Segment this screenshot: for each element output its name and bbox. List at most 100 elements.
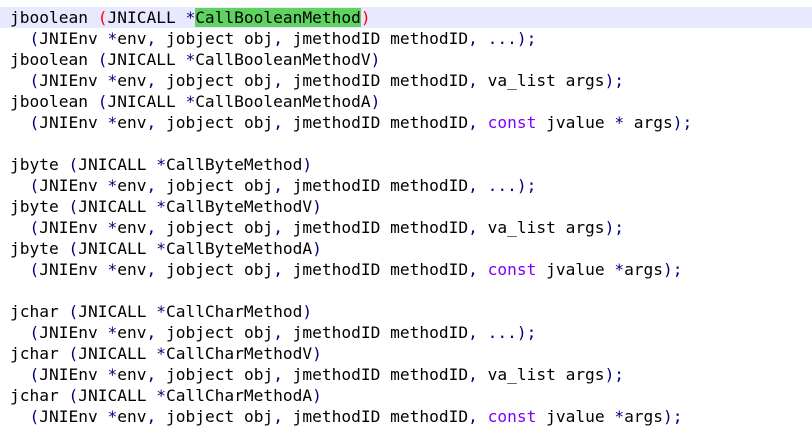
operator-token: * [614, 260, 625, 279]
operator-token: ( [29, 365, 40, 384]
operator-token: ...); [487, 29, 537, 48]
operator-token: ( [68, 197, 79, 216]
operator-token: , [468, 323, 478, 342]
code-token: JNIEnv [39, 260, 108, 279]
operator-token: ) [312, 239, 322, 258]
operator-token: * [156, 302, 166, 321]
code-line: jbyte (JNICALL *CallByteMethodA) [10, 238, 692, 259]
operator-token: * [614, 407, 625, 426]
code-text-area[interactable]: jboolean (JNICALL *CallBooleanMethod) (J… [10, 7, 692, 427]
code-token: JNICALL [78, 302, 157, 321]
code-token: jmethodID methodID [282, 365, 469, 384]
operator-token: , [468, 71, 478, 90]
operator-token: , [468, 260, 478, 279]
operator-token: ( [68, 239, 79, 258]
operator-token: * [185, 8, 196, 27]
code-token: env [117, 260, 147, 279]
code-token: jmethodID methodID [282, 218, 469, 237]
code-token: jobject obj [156, 176, 274, 195]
operator-token: ); [604, 365, 625, 384]
operator-token: , [273, 113, 283, 132]
matched-brace-token: ( [97, 8, 108, 27]
code-token: jbyte [10, 155, 69, 174]
operator-token: , [146, 71, 157, 90]
code-token: env [117, 113, 147, 132]
operator-token: * [614, 113, 625, 132]
operator-token: ); [663, 260, 683, 279]
code-token: va_list args [477, 218, 605, 237]
operator-token: * [156, 239, 166, 258]
operator-token: , [273, 71, 283, 90]
code-token: jobject obj [156, 113, 274, 132]
code-token: CallBooleanMethodV [195, 50, 371, 69]
code-token: JNICALL [107, 8, 186, 27]
code-line: jbyte (JNICALL *CallByteMethod) [10, 154, 692, 175]
code-token: jobject obj [156, 365, 274, 384]
code-token: va_list args [477, 365, 605, 384]
keyword-token: const [487, 113, 537, 132]
operator-token: ( [29, 323, 40, 342]
code-token: CallCharMethodA [165, 386, 313, 405]
code-token: jobject obj [156, 407, 274, 426]
operator-token: ( [29, 407, 40, 426]
code-line: jboolean (JNICALL *CallBooleanMethodA) [10, 91, 692, 112]
code-token: JNIEnv [39, 218, 108, 237]
code-token: jchar [10, 386, 69, 405]
code-token: jbyte [10, 197, 69, 216]
code-token: jvalue [536, 113, 615, 132]
code-token: JNICALL [107, 92, 186, 111]
code-line: (JNIEnv *env, jobject obj, jmethodID met… [10, 406, 692, 427]
code-token: jboolean [10, 50, 98, 69]
operator-token: , [273, 176, 283, 195]
operator-token: * [156, 155, 166, 174]
code-line: (JNIEnv *env, jobject obj, jmethodID met… [10, 217, 692, 238]
operator-token: * [156, 344, 166, 363]
operator-token: ) [312, 386, 322, 405]
operator-token: , [273, 260, 283, 279]
code-token: jchar [10, 344, 69, 363]
operator-token: , [468, 29, 478, 48]
operator-token: ) [312, 197, 322, 216]
operator-token: , [146, 323, 157, 342]
operator-token: , [273, 29, 283, 48]
code-token: JNICALL [78, 344, 157, 363]
operator-token: , [146, 407, 157, 426]
operator-token: , [273, 323, 283, 342]
code-token: CallCharMethodV [165, 344, 313, 363]
code-token: jvalue [536, 407, 615, 426]
code-token: jobject obj [156, 218, 274, 237]
operator-token: ) [302, 302, 313, 321]
operator-token: ( [68, 155, 79, 174]
operator-token: * [185, 92, 196, 111]
operator-token: * [156, 197, 166, 216]
code-token: jmethodID methodID [282, 71, 469, 90]
code-token: jobject obj [156, 323, 274, 342]
code-token: JNICALL [78, 197, 157, 216]
code-token: jmethodID methodID [282, 260, 469, 279]
operator-token: ( [29, 176, 40, 195]
code-line: (JNIEnv *env, jobject obj, jmethodID met… [10, 322, 692, 343]
code-token: env [117, 218, 147, 237]
operator-token: ); [604, 71, 625, 90]
operator-token: * [107, 218, 118, 237]
code-token: JNIEnv [39, 407, 108, 426]
matched-brace-token: ) [360, 8, 371, 27]
code-token: args [624, 260, 664, 279]
code-editor[interactable]: jboolean (JNICALL *CallBooleanMethod) (J… [0, 0, 812, 437]
operator-token: , [146, 113, 157, 132]
operator-token: ( [29, 29, 40, 48]
operator-token: ( [68, 386, 79, 405]
operator-token: ...); [487, 323, 537, 342]
code-token: jobject obj [156, 260, 274, 279]
code-token: args [624, 113, 673, 132]
operator-token: * [107, 113, 118, 132]
